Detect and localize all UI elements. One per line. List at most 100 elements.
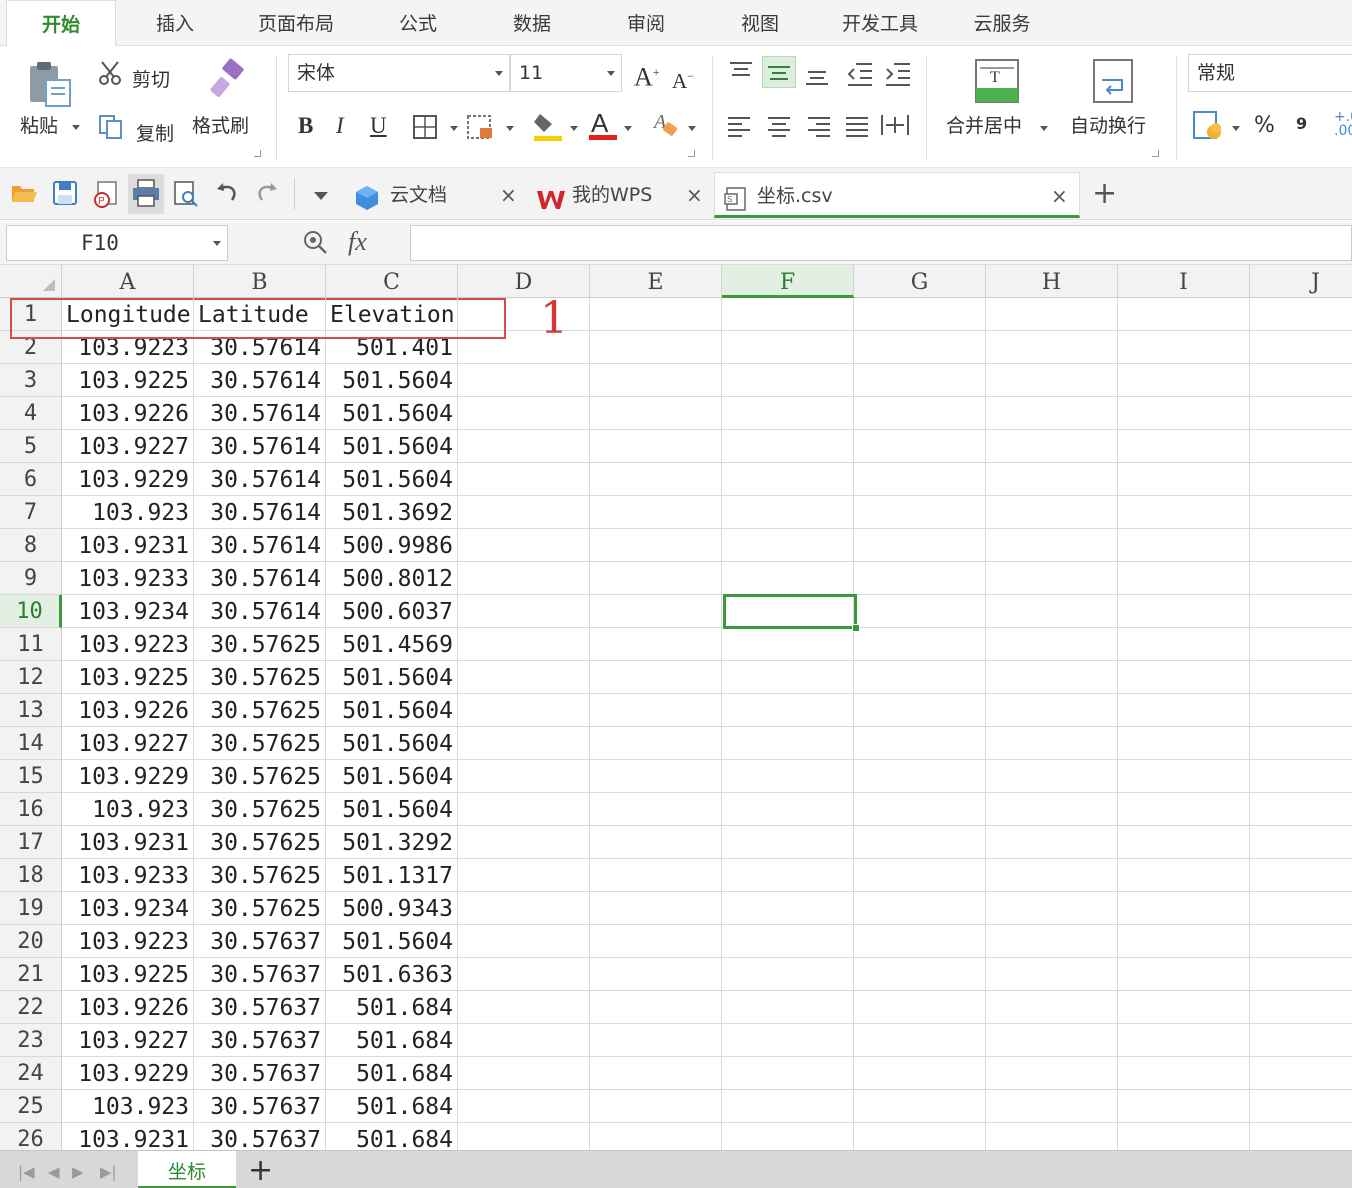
table-cell[interactable] <box>854 694 986 727</box>
table-cell[interactable] <box>458 1123 590 1150</box>
align-left-icon[interactable] <box>726 114 752 142</box>
table-cell[interactable]: 500.9343 <box>326 892 458 925</box>
table-cell[interactable] <box>722 1090 854 1123</box>
table-cell[interactable] <box>590 793 722 826</box>
table-cell[interactable] <box>1118 496 1250 529</box>
table-cell[interactable] <box>1250 463 1352 496</box>
table-cell[interactable]: 30.57637 <box>194 958 326 991</box>
table-cell[interactable]: 501.3692 <box>326 496 458 529</box>
table-cell[interactable] <box>854 331 986 364</box>
table-cell[interactable] <box>986 331 1118 364</box>
table-cell[interactable]: 501.684 <box>326 991 458 1024</box>
font-name-select[interactable]: 宋体 <box>288 54 510 92</box>
formula-input[interactable] <box>410 225 1352 261</box>
decrease-indent-icon[interactable] <box>846 60 874 92</box>
header-cell[interactable]: Latitude <box>194 298 326 331</box>
table-cell[interactable] <box>590 430 722 463</box>
borders-icon[interactable] <box>412 114 440 144</box>
column-header-g[interactable]: G <box>854 265 986 298</box>
header-cell[interactable] <box>722 298 854 331</box>
table-cell[interactable] <box>722 925 854 958</box>
table-cell[interactable] <box>590 1123 722 1150</box>
table-cell[interactable] <box>1118 1057 1250 1090</box>
align-top-icon[interactable] <box>728 60 754 88</box>
table-cell[interactable] <box>458 958 590 991</box>
table-cell[interactable] <box>986 496 1118 529</box>
menu-tab-review[interactable]: 审阅 <box>598 0 694 46</box>
italic-button[interactable]: I <box>336 114 344 138</box>
close-icon[interactable]: × <box>500 172 517 218</box>
table-cell[interactable]: 103.923 <box>62 1090 194 1123</box>
table-cell[interactable] <box>722 727 854 760</box>
table-cell[interactable] <box>722 430 854 463</box>
table-cell[interactable] <box>458 628 590 661</box>
table-cell[interactable] <box>1118 430 1250 463</box>
table-cell[interactable] <box>1118 1123 1250 1150</box>
table-cell[interactable]: 103.9231 <box>62 826 194 859</box>
save-icon[interactable] <box>52 180 80 208</box>
insert-function-button[interactable]: fx <box>348 225 367 259</box>
table-cell[interactable]: 501.4569 <box>326 628 458 661</box>
paste-button[interactable]: 粘贴 <box>20 114 58 138</box>
table-cell[interactable] <box>986 760 1118 793</box>
table-cell[interactable]: 103.9231 <box>62 1123 194 1150</box>
table-cell[interactable] <box>590 991 722 1024</box>
menu-tab-cloud[interactable]: 云服务 <box>952 0 1052 46</box>
table-cell[interactable] <box>854 727 986 760</box>
active-cell-selection[interactable] <box>723 594 857 629</box>
table-cell[interactable]: 103.9227 <box>62 1024 194 1057</box>
format-painter-button[interactable]: 格式刷 <box>192 114 249 138</box>
format-painter-icon[interactable] <box>204 58 248 106</box>
table-cell[interactable]: 30.57614 <box>194 430 326 463</box>
table-cell[interactable]: 103.9226 <box>62 694 194 727</box>
table-cell[interactable]: 30.57637 <box>194 991 326 1024</box>
table-cell[interactable] <box>1250 958 1352 991</box>
undo-icon[interactable] <box>214 180 242 208</box>
header-cell[interactable] <box>1250 298 1352 331</box>
table-cell[interactable] <box>1250 1024 1352 1057</box>
table-cell[interactable]: 103.9223 <box>62 925 194 958</box>
table-cell[interactable] <box>458 496 590 529</box>
table-cell[interactable] <box>1250 925 1352 958</box>
table-cell[interactable] <box>986 595 1118 628</box>
justify-icon[interactable] <box>844 114 870 142</box>
table-cell[interactable] <box>986 727 1118 760</box>
currency-format-dropdown-icon[interactable] <box>1232 126 1240 131</box>
table-cell[interactable] <box>590 595 722 628</box>
table-cell[interactable]: 30.57625 <box>194 826 326 859</box>
table-cell[interactable] <box>722 496 854 529</box>
table-cell[interactable] <box>986 1057 1118 1090</box>
table-cell[interactable]: 501.1317 <box>326 859 458 892</box>
table-cell[interactable] <box>854 892 986 925</box>
table-cell[interactable]: 30.57625 <box>194 727 326 760</box>
table-cell[interactable] <box>1118 529 1250 562</box>
row-header-17[interactable]: 17 <box>0 826 62 859</box>
table-cell[interactable] <box>1250 430 1352 463</box>
close-icon[interactable]: × <box>1051 173 1068 219</box>
table-cell[interactable] <box>722 826 854 859</box>
table-cell[interactable] <box>854 562 986 595</box>
table-cell[interactable] <box>986 925 1118 958</box>
table-cell[interactable] <box>458 661 590 694</box>
table-cell[interactable]: 501.3292 <box>326 826 458 859</box>
clipboard-dialog-launcher-icon[interactable] <box>254 150 261 157</box>
table-cell[interactable] <box>1118 892 1250 925</box>
table-cell[interactable] <box>986 694 1118 727</box>
table-cell[interactable] <box>458 793 590 826</box>
table-cell[interactable] <box>458 991 590 1024</box>
table-cell[interactable] <box>1250 1090 1352 1123</box>
table-cell[interactable] <box>590 826 722 859</box>
table-cell[interactable] <box>458 925 590 958</box>
table-cell[interactable] <box>854 463 986 496</box>
table-cell[interactable] <box>986 826 1118 859</box>
table-cell[interactable] <box>590 661 722 694</box>
table-cell[interactable]: 30.57625 <box>194 694 326 727</box>
row-header-15[interactable]: 15 <box>0 760 62 793</box>
table-cell[interactable]: 501.5604 <box>326 925 458 958</box>
table-cell[interactable] <box>986 892 1118 925</box>
menu-tab-view[interactable]: 视图 <box>712 0 808 46</box>
table-cell[interactable]: 30.57625 <box>194 793 326 826</box>
table-cell[interactable] <box>1118 958 1250 991</box>
table-cell[interactable] <box>722 463 854 496</box>
row-header-8[interactable]: 8 <box>0 529 62 562</box>
